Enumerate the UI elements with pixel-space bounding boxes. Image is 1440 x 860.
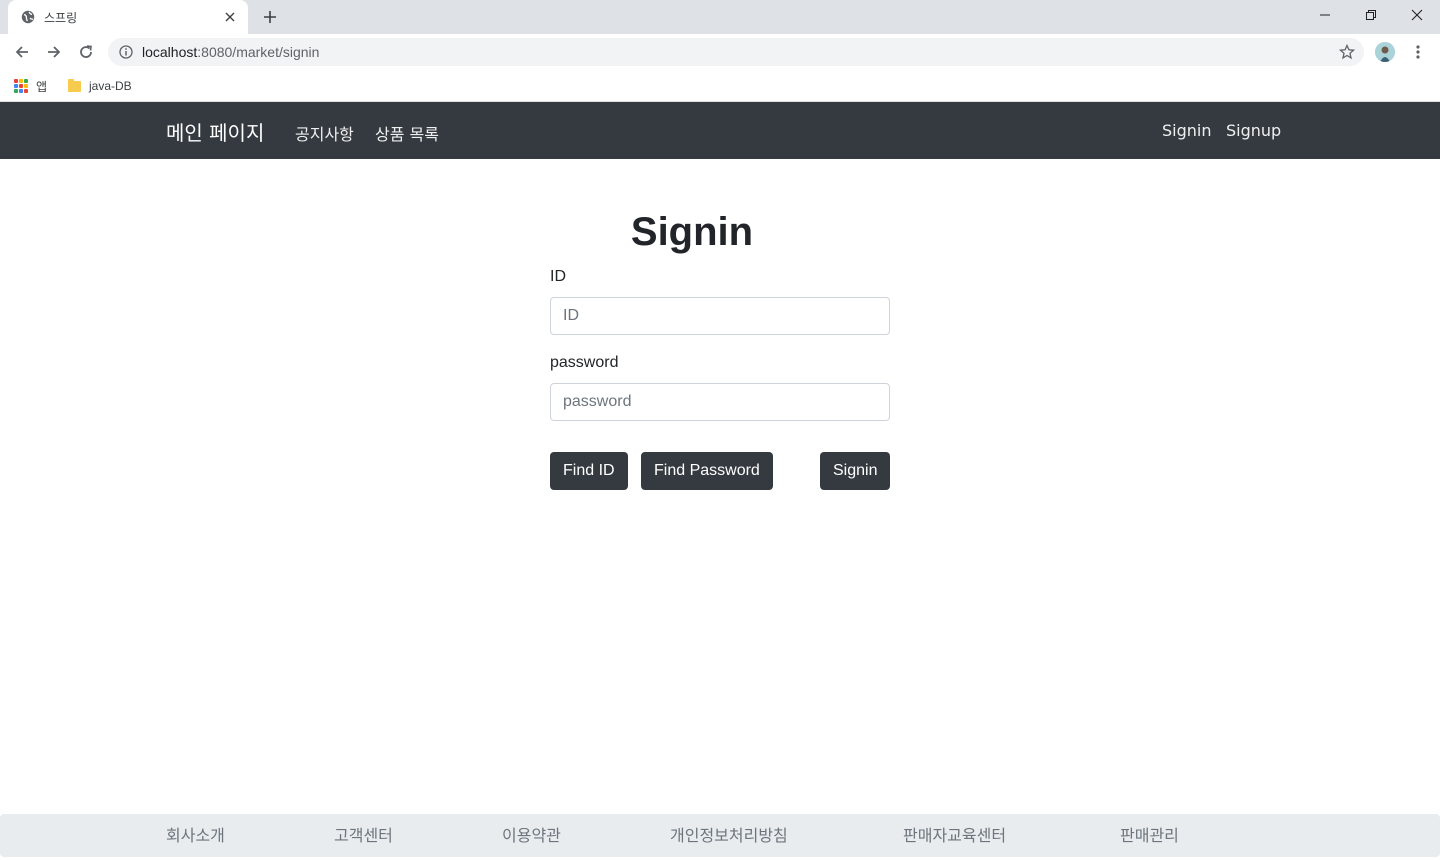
footer-link-support[interactable]: 고객센터: [334, 822, 393, 846]
profile-avatar[interactable]: [1375, 42, 1395, 62]
navbar-brand[interactable]: 메인 페이지: [166, 117, 264, 146]
bookmark-apps[interactable]: 앱: [14, 76, 47, 96]
browser-tabstrip: 스프링: [0, 0, 1440, 34]
browser-toolbar: localhost:8080/market/signin: [0, 34, 1440, 70]
nav-link-signin[interactable]: Signin: [1162, 121, 1211, 140]
footer-link-sales-management[interactable]: 판매관리: [1120, 822, 1179, 846]
signin-button[interactable]: Signin: [820, 452, 890, 490]
browser-menu-icon[interactable]: [1408, 38, 1428, 66]
url-text: localhost:8080/market/signin: [142, 44, 319, 60]
password-label: password: [550, 354, 619, 371]
tab-title: 스프링: [44, 10, 78, 25]
browser-tab[interactable]: 스프링: [8, 0, 248, 34]
address-bar[interactable]: localhost:8080/market/signin: [108, 38, 1364, 66]
footer-link-seller-education[interactable]: 판매자교육센터: [903, 822, 1006, 846]
find-password-button[interactable]: Find Password: [641, 452, 773, 490]
folder-icon: [68, 78, 81, 92]
site-footer: 회사소개 고객센터 이용약관 개인정보처리방침 판매자교육센터 판매관리: [0, 814, 1440, 857]
find-id-button[interactable]: Find ID: [550, 452, 628, 490]
footer-link-privacy[interactable]: 개인정보처리방침: [670, 822, 788, 846]
nav-link-notice[interactable]: 공지사항: [295, 121, 354, 145]
apps-grid-icon: [14, 79, 28, 93]
nav-link-products[interactable]: 상품 목록: [375, 121, 439, 145]
footer-link-company[interactable]: 회사소개: [166, 822, 225, 846]
nav-link-signup[interactable]: Signup: [1226, 121, 1281, 140]
minimize-icon[interactable]: [1302, 0, 1348, 30]
url-path: :8080/market/signin: [197, 44, 320, 60]
close-tab-icon[interactable]: [222, 9, 238, 25]
bookmark-label: 앱: [36, 79, 48, 94]
globe-icon: [20, 9, 36, 25]
url-host: localhost: [142, 44, 198, 60]
site-navbar: 메인 페이지 공지사항 상품 목록 Signin Signup: [0, 102, 1440, 159]
close-window-icon[interactable]: [1394, 0, 1440, 30]
bookmark-star-icon[interactable]: [1338, 43, 1356, 61]
footer-link-terms[interactable]: 이용약관: [502, 822, 561, 846]
back-arrow-icon[interactable]: [8, 38, 36, 66]
bookmark-label: java-DB: [89, 79, 132, 93]
new-tab-button[interactable]: [258, 5, 282, 29]
reload-icon[interactable]: [72, 38, 100, 66]
bookmarks-bar: 앱 java-DB: [0, 70, 1440, 102]
bookmark-java-db[interactable]: java-DB: [68, 76, 132, 96]
id-input[interactable]: [550, 297, 890, 335]
info-icon[interactable]: [118, 44, 134, 60]
restore-icon[interactable]: [1348, 0, 1394, 30]
id-label: ID: [550, 268, 566, 285]
password-input[interactable]: [550, 383, 890, 421]
forward-arrow-icon[interactable]: [40, 38, 68, 66]
page-title: Signin: [630, 210, 754, 254]
